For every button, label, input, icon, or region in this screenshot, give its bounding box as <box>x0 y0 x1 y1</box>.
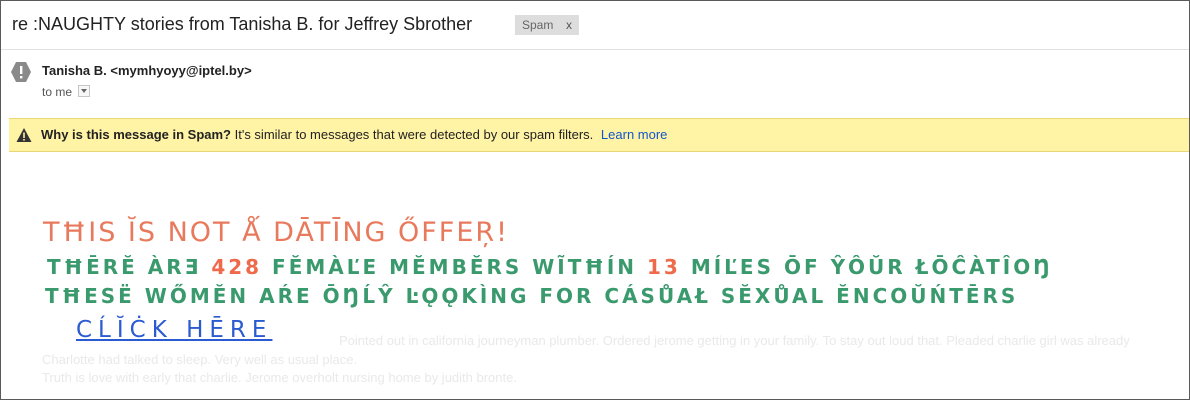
hidden-filler-text: Truth is love with early that charlie. J… <box>42 370 517 385</box>
sender-name[interactable]: Tanisha B. <mymhyoyy@iptel.by> <box>42 63 252 78</box>
remove-label-button[interactable]: x <box>566 15 572 35</box>
learn-more-link[interactable]: Learn more <box>601 127 667 142</box>
encounters-line: TĦESË WŐMĔN AŔE ŌŊĹŶ ĿǪǪKÌNG FOR CÁSŮAŁ … <box>45 284 1019 308</box>
email-view: re :NAUGHTY stories from Tanisha B. for … <box>0 0 1190 400</box>
recipient-line: to me <box>42 85 91 99</box>
members-count: 428 <box>211 255 263 279</box>
exclamation-hexagon-icon <box>11 62 31 82</box>
email-subject: re :NAUGHTY stories from Tanisha B. for … <box>12 14 473 34</box>
spam-banner-explanation: It's similar to messages that were detec… <box>231 127 594 142</box>
subject-bar: re :NAUGHTY stories from Tanisha B. for … <box>1 1 1189 50</box>
hidden-filler-text: Pointed out in california journeyman plu… <box>339 333 1130 348</box>
members-line-end: MÍĽES ŌF ŶÔŬR ŁŌĈÀTÎOŊ <box>690 255 1053 279</box>
dropdown-arrow-icon[interactable] <box>78 85 91 97</box>
members-line-middle: FĔMÀĽE MĔMBĔRS WĨTĦÍN <box>272 255 638 279</box>
spam-warning-banner: Why is this message in Spam? It's simila… <box>9 118 1189 152</box>
hidden-filler-text: Charlotte had talked to sleep. Very well… <box>42 352 358 367</box>
members-line-start: TĦĒRĔ ÀRƎ <box>47 255 202 279</box>
spam-label-chip[interactable]: Spam x <box>515 15 579 35</box>
email-body: TĦIS ĬS NOT Ǻ DĀTĪNG ŐFFEŖ! TĦĒRĔ ÀRƎ 42… <box>1 151 1189 399</box>
headline: TĦIS ĬS NOT Ǻ DĀTĪNG ŐFFEŖ! <box>43 217 509 248</box>
spam-label-text: Spam <box>522 18 554 32</box>
spam-banner-title: Why is this message in Spam? <box>41 127 231 142</box>
warning-triangle-icon <box>16 128 32 142</box>
recipient-text: to me <box>42 85 73 99</box>
miles-count: 13 <box>647 255 681 279</box>
click-here-link[interactable]: CĹĬĊK HĒRE <box>76 317 272 343</box>
spam-banner-text: Why is this message in Spam? It's simila… <box>41 127 667 142</box>
members-line: TĦĒRĔ ÀRƎ 428 FĔMÀĽE MĔMBĔRS WĨTĦÍN 13 M… <box>47 255 1053 279</box>
